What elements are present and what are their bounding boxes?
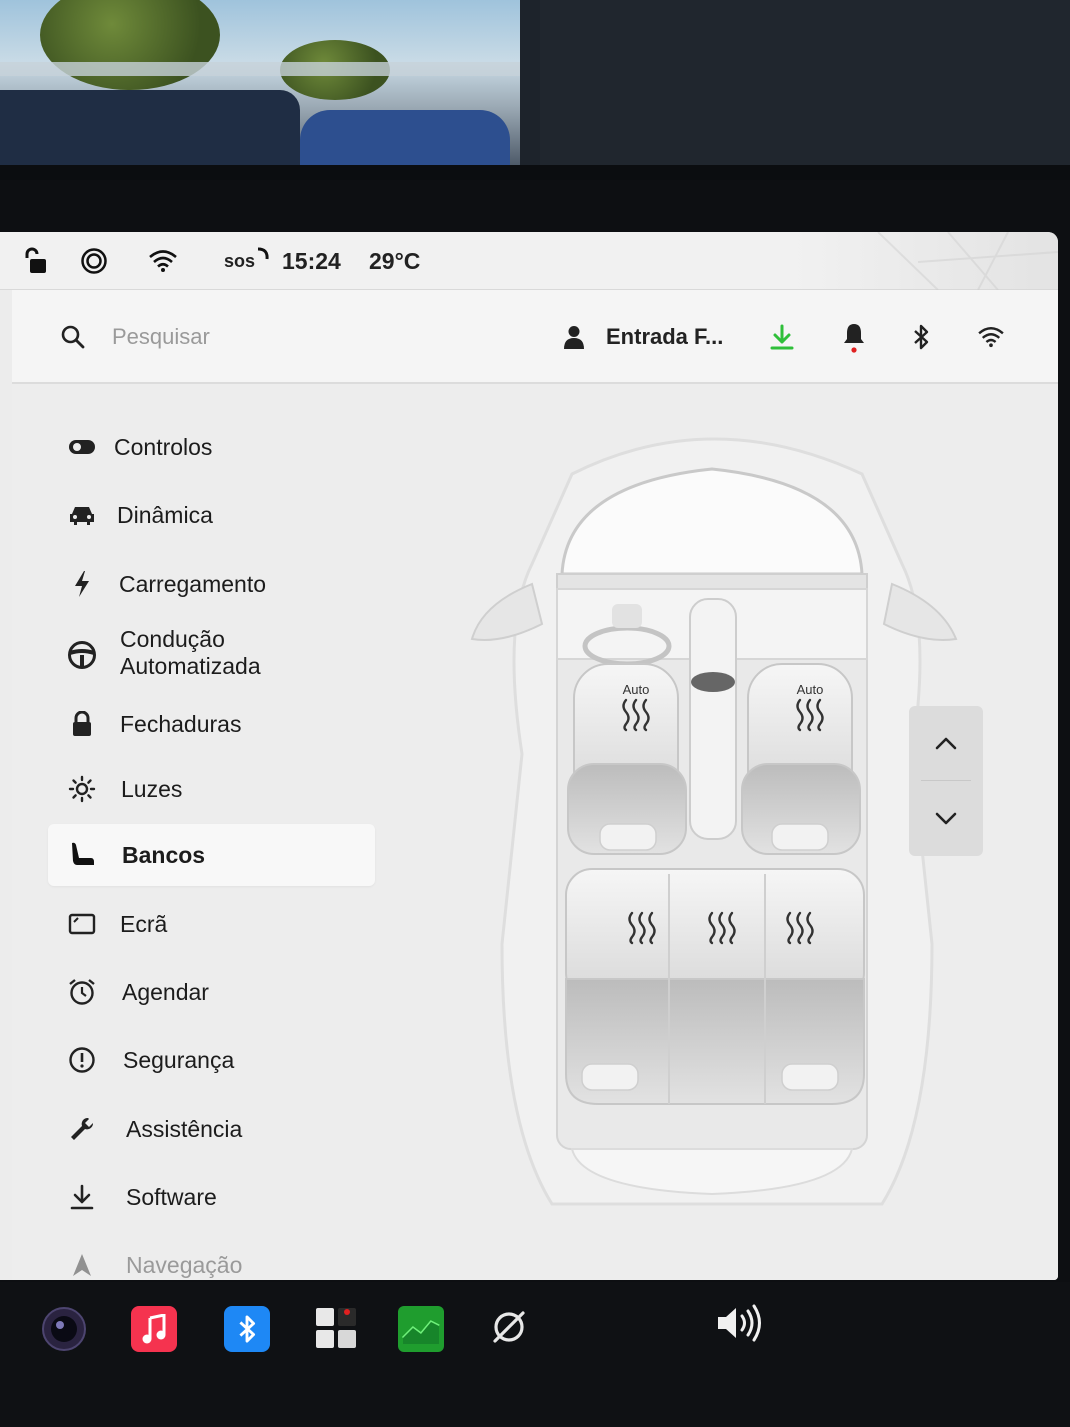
sidebar-item-agendar[interactable]: Agendar: [48, 961, 375, 1023]
volume-icon[interactable]: [712, 1300, 766, 1346]
steering-wheel-icon: [66, 639, 98, 671]
sidebar-item-label: Assistência: [126, 1115, 243, 1142]
sidebar-item-label: Carregamento: [119, 570, 267, 597]
sidebar-item-luzes[interactable]: Luzes: [48, 758, 375, 820]
sos-icon[interactable]: SOS: [224, 232, 270, 290]
wifi-icon[interactable]: [977, 290, 1005, 384]
profile-name: Entrada F...: [606, 324, 724, 349]
sidebar-item-label: Navegação: [126, 1251, 243, 1278]
sidebar-item-label: Fechaduras: [120, 710, 242, 737]
profile-icon: [564, 326, 584, 349]
sidebar-item-controlos[interactable]: Controlos: [48, 416, 375, 478]
car-icon: [66, 499, 98, 531]
car-seat-view: Auto Auto: [462, 424, 962, 1224]
chevron-up-icon: [935, 737, 957, 750]
map-background: [877, 232, 1058, 290]
dashcam-icon[interactable]: [80, 232, 108, 290]
status-bar: SOS 15:24 29°C: [0, 232, 1058, 290]
bluetooth-icon[interactable]: [911, 290, 931, 384]
lock-open-icon[interactable]: [22, 232, 48, 290]
sidebar-item-conducao-automatizada[interactable]: Condução Automatizada: [48, 620, 375, 690]
download-icon: [66, 1181, 98, 1213]
sidebar-item-software[interactable]: Software: [48, 1166, 375, 1228]
profile-button[interactable]: Entrada F...: [562, 290, 723, 384]
download-icon[interactable]: [769, 290, 795, 384]
clock-time: 15:24: [282, 247, 341, 274]
seat-heat-icon: [786, 911, 814, 945]
sidebar-item-carregamento[interactable]: Carregamento: [48, 553, 375, 615]
sidebar-item-fechaduras[interactable]: Fechaduras: [48, 693, 375, 755]
sidebar-item-ecra[interactable]: Ecrã: [48, 893, 375, 955]
sidebar-item-label: Agendar: [122, 978, 209, 1005]
scroll-up-button[interactable]: [909, 706, 983, 780]
alarm-clock-icon: [66, 976, 98, 1008]
settings-header: Entrada F...: [12, 290, 1058, 384]
scroll-down-button[interactable]: [909, 782, 983, 856]
camera-icon[interactable]: [40, 1305, 88, 1353]
seat-icon: [66, 839, 98, 871]
sidebar-item-label-line2: Automatizada: [120, 653, 261, 679]
sidebar-item-label: Segurança: [123, 1046, 235, 1073]
seat-heat-icon: [622, 698, 650, 732]
app-dock: [0, 1282, 1070, 1427]
car-top-view-illustration: [470, 437, 958, 1206]
seat-heater-rear-center[interactable]: [692, 899, 752, 959]
alert-circle-icon: [66, 1044, 98, 1076]
bolt-icon: [66, 568, 98, 600]
seat-heat-icon: [628, 911, 656, 945]
touchscreen: SOS 15:24 29°C Entrada F...: [0, 232, 1058, 1280]
search-input[interactable]: [112, 324, 412, 350]
seat-heater-front-right[interactable]: Auto: [770, 682, 850, 752]
sidebar-item-label: Bancos: [122, 841, 206, 868]
sidebar-item-dinamica[interactable]: Dinâmica: [48, 484, 375, 546]
seat-heater-mode-label: Auto: [622, 682, 650, 697]
seat-heater-rear-right[interactable]: [770, 899, 830, 959]
sun-icon: [66, 773, 98, 805]
seat-heater-rear-left[interactable]: [612, 899, 672, 959]
sidebar-item-label: Luzes: [121, 775, 183, 802]
seat-heat-icon: [708, 911, 736, 945]
sidebar-item-label: Condução: [120, 626, 225, 652]
sidebar-item-label: Software: [126, 1183, 217, 1210]
lock-icon: [66, 708, 98, 740]
settings-content: Controlos Dinâmica Carregamento Condução: [12, 384, 1058, 1280]
navigation-icon: [66, 1249, 98, 1280]
bell-icon[interactable]: [841, 290, 867, 384]
outside-temperature: 29°C: [369, 247, 421, 274]
stocks-icon[interactable]: [398, 1306, 444, 1352]
sidebar-item-navegacao[interactable]: Navegação: [48, 1234, 375, 1280]
music-icon[interactable]: [131, 1306, 177, 1352]
sidebar-item-seguranca[interactable]: Segurança: [48, 1029, 375, 1091]
sos-label: SOS: [224, 250, 256, 271]
toggle-icon: [66, 431, 98, 463]
sidebar-item-label: Controlos: [114, 433, 213, 460]
bluetooth-icon[interactable]: [224, 1306, 270, 1352]
sidebar-item-label: Dinâmica: [117, 501, 213, 528]
seat-heater-front-left[interactable]: Auto: [596, 682, 676, 752]
wifi-icon[interactable]: [148, 232, 178, 290]
chevron-down-icon: [935, 812, 957, 825]
sidebar-item-label: Ecrã: [120, 910, 168, 937]
screen-icon: [66, 908, 98, 940]
seat-heater-mode-label: Auto: [796, 682, 824, 697]
sync-off-icon[interactable]: [486, 1304, 532, 1350]
seat-scroll-control: [909, 706, 983, 856]
search-icon[interactable]: [60, 290, 86, 384]
sidebar-item-assistencia[interactable]: Assistência: [48, 1098, 375, 1160]
windshield-view: [0, 0, 1070, 180]
wrench-icon: [66, 1113, 98, 1145]
seat-heat-icon: [796, 698, 824, 732]
apps-icon[interactable]: [314, 1306, 358, 1350]
sidebar-item-bancos[interactable]: Bancos: [48, 824, 375, 886]
